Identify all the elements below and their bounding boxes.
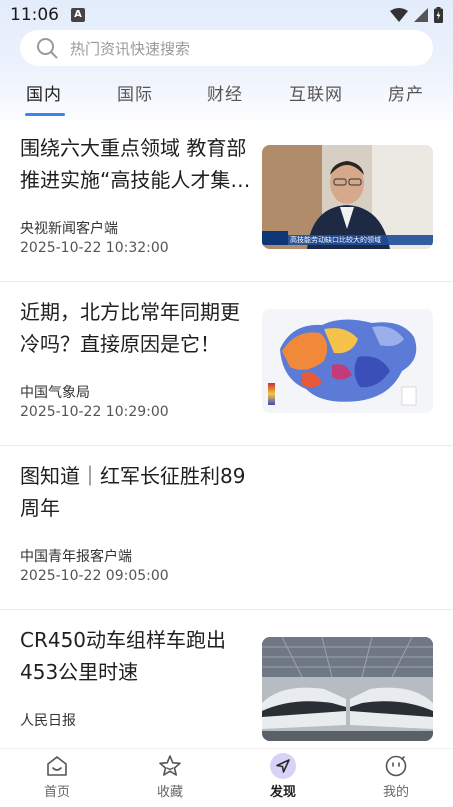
tab-international[interactable]: 国际: [117, 80, 153, 105]
status-icons: [390, 7, 443, 23]
nav-home-label: 首页: [43, 785, 70, 800]
battery-icon: [434, 7, 443, 23]
active-tab-indicator: [25, 113, 65, 116]
news-title[interactable]: CR450动车组样车跑出453公里时速: [20, 624, 252, 688]
bottom-nav: 首页 收藏 发现 我的: [0, 748, 453, 807]
news-title[interactable]: 围绕六大重点领域 教育部推进实施“高技能人才集…: [20, 132, 252, 196]
news-source: 人民日报: [20, 713, 76, 729]
news-title[interactable]: 图知道｜红军长征胜利89周年: [20, 460, 260, 524]
nav-home[interactable]: 首页: [17, 749, 97, 807]
news-time: 2025-10-22 10:32:00: [20, 240, 169, 256]
status-bar: 11:06 A: [0, 0, 453, 30]
thumbnail-caption: 高技能劳动缺口比较大的领域: [290, 236, 381, 244]
nav-discover[interactable]: 发现: [243, 749, 323, 807]
signal-icon: [414, 8, 428, 22]
nav-favorites[interactable]: 收藏: [130, 749, 210, 807]
nav-profile[interactable]: 我的: [356, 749, 436, 807]
news-item[interactable]: 围绕六大重点领域 教育部推进实施“高技能人才集… 央视新闻客户端 2025-10…: [0, 118, 453, 282]
home-icon: [47, 756, 67, 776]
news-thumbnail[interactable]: [262, 637, 433, 741]
search-icon: [37, 38, 58, 59]
news-item[interactable]: 图知道｜红军长征胜利89周年 中国青年报客户端 2025-10-22 09:05…: [0, 446, 453, 610]
notification-a-icon: A: [71, 8, 85, 22]
train-image: [262, 637, 433, 741]
nav-discover-label: 发现: [269, 785, 296, 800]
news-thumbnail[interactable]: 高技能劳动缺口比较大的领域: [262, 145, 433, 249]
news-source: 中国气象局: [20, 385, 90, 401]
news-title[interactable]: 近期，北方比常年同期更冷吗？直接原因是它！: [20, 296, 252, 360]
nav-discover-highlight: [270, 753, 296, 779]
interview-image: [262, 145, 433, 249]
profile-icon: [385, 755, 407, 777]
status-time: 11:06: [10, 5, 59, 25]
star-icon: [159, 755, 181, 776]
nav-favorites-label: 收藏: [156, 785, 183, 800]
weather-map-image: [262, 309, 433, 413]
news-time: 2025-10-22 10:29:00: [20, 404, 169, 420]
news-time: 2025-10-22 09:05:00: [20, 568, 169, 584]
tab-domestic[interactable]: 国内: [26, 80, 62, 105]
news-feed[interactable]: 围绕六大重点领域 教育部推进实施“高技能人才集… 央视新闻客户端 2025-10…: [0, 118, 453, 748]
tab-internet[interactable]: 互联网: [289, 80, 343, 105]
news-item[interactable]: 近期，北方比常年同期更冷吗？直接原因是它！ 中国气象局 2025-10-22 1…: [0, 282, 453, 446]
news-source: 央视新闻客户端: [20, 221, 118, 237]
category-tabs: 国内 国际 财经 互联网 房产: [0, 72, 453, 118]
search-input[interactable]: 热门资讯快速搜索: [70, 38, 190, 59]
news-thumbnail[interactable]: [262, 309, 433, 413]
news-source: 中国青年报客户端: [20, 549, 132, 565]
news-item[interactable]: CR450动车组样车跑出453公里时速 人民日报: [0, 610, 453, 748]
nav-profile-label: 我的: [382, 785, 409, 800]
tab-real-estate[interactable]: 房产: [388, 80, 424, 105]
compass-icon: [276, 759, 290, 773]
search-bar[interactable]: 热门资讯快速搜索: [20, 30, 433, 66]
tab-finance[interactable]: 财经: [207, 80, 243, 105]
wifi-icon: [390, 8, 408, 22]
